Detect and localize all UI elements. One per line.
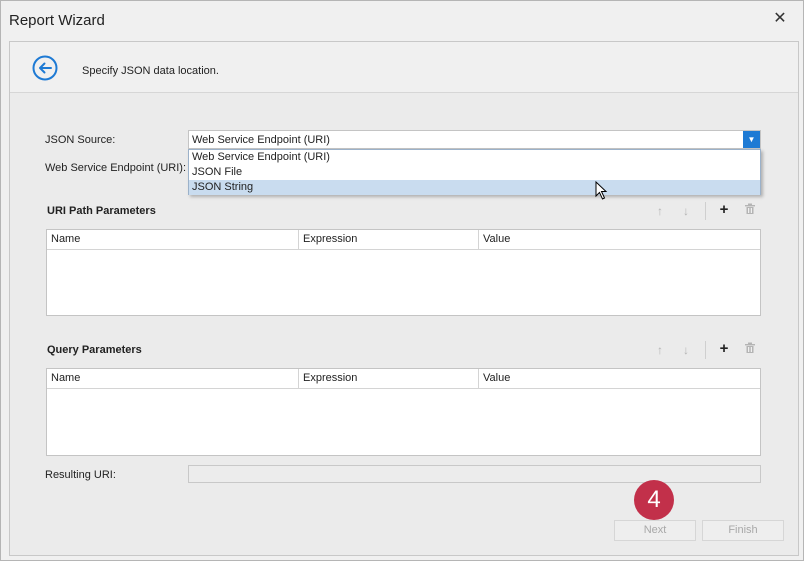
json-source-label: JSON Source:	[45, 134, 116, 146]
uri-move-up-button[interactable]: ↑	[652, 203, 668, 219]
resulting-uri-label: Resulting URI:	[45, 469, 116, 481]
finish-button[interactable]: Finish	[702, 520, 784, 541]
page-header: Specify JSON data location.	[10, 42, 798, 93]
column-expression[interactable]: Expression	[299, 369, 479, 388]
uri-path-params-title: URI Path Parameters	[47, 205, 156, 217]
column-value[interactable]: Value	[479, 369, 760, 388]
resulting-uri-field	[188, 465, 761, 483]
dropdown-option-web-service[interactable]: Web Service Endpoint (URI)	[189, 150, 760, 165]
json-source-value: Web Service Endpoint (URI)	[192, 134, 330, 146]
column-expression[interactable]: Expression	[299, 230, 479, 249]
uri-add-button[interactable]: +	[716, 202, 732, 218]
report-wizard-window: Report Wizard ✕ Specify JSON data locati…	[0, 0, 804, 561]
toolbar-separator	[705, 341, 706, 359]
dropdown-option-json-file[interactable]: JSON File	[189, 165, 760, 180]
query-add-button[interactable]: +	[716, 341, 732, 357]
query-move-down-button[interactable]: ↓	[678, 342, 694, 358]
json-source-combo[interactable]: Web Service Endpoint (URI) ▼	[188, 130, 761, 149]
query-params-title: Query Parameters	[47, 344, 142, 356]
query-params-grid[interactable]: Name Expression Value	[46, 368, 761, 456]
trash-icon	[745, 342, 755, 353]
grid-header: Name Expression Value	[47, 230, 760, 250]
endpoint-label: Web Service Endpoint (URI):	[45, 162, 187, 174]
next-button[interactable]: Next	[614, 520, 696, 541]
close-button[interactable]: ✕	[771, 10, 789, 28]
column-value[interactable]: Value	[479, 230, 760, 249]
step-number-badge: 4	[634, 480, 674, 520]
window-title: Report Wizard	[9, 12, 105, 29]
page-instruction: Specify JSON data location.	[82, 65, 219, 77]
grid-header: Name Expression Value	[47, 369, 760, 389]
dropdown-arrow-icon[interactable]: ▼	[743, 131, 760, 148]
uri-move-down-button[interactable]: ↓	[678, 203, 694, 219]
wizard-page: Specify JSON data location. JSON Source:…	[9, 41, 799, 556]
toolbar-separator	[705, 202, 706, 220]
back-button[interactable]	[32, 55, 58, 81]
back-arrow-circle-icon	[32, 55, 58, 81]
mouse-cursor-icon	[595, 181, 608, 200]
title-bar: Report Wizard ✕	[1, 1, 803, 39]
query-move-up-button[interactable]: ↑	[652, 342, 668, 358]
json-source-dropdown: Web Service Endpoint (URI) JSON File JSO…	[188, 149, 761, 200]
uri-path-params-grid[interactable]: Name Expression Value	[46, 229, 761, 316]
dropdown-option-json-string[interactable]: JSON String	[189, 180, 760, 195]
column-name[interactable]: Name	[47, 369, 299, 388]
uri-delete-button[interactable]	[742, 203, 758, 219]
column-name[interactable]: Name	[47, 230, 299, 249]
query-delete-button[interactable]	[742, 342, 758, 358]
trash-icon	[745, 203, 755, 214]
